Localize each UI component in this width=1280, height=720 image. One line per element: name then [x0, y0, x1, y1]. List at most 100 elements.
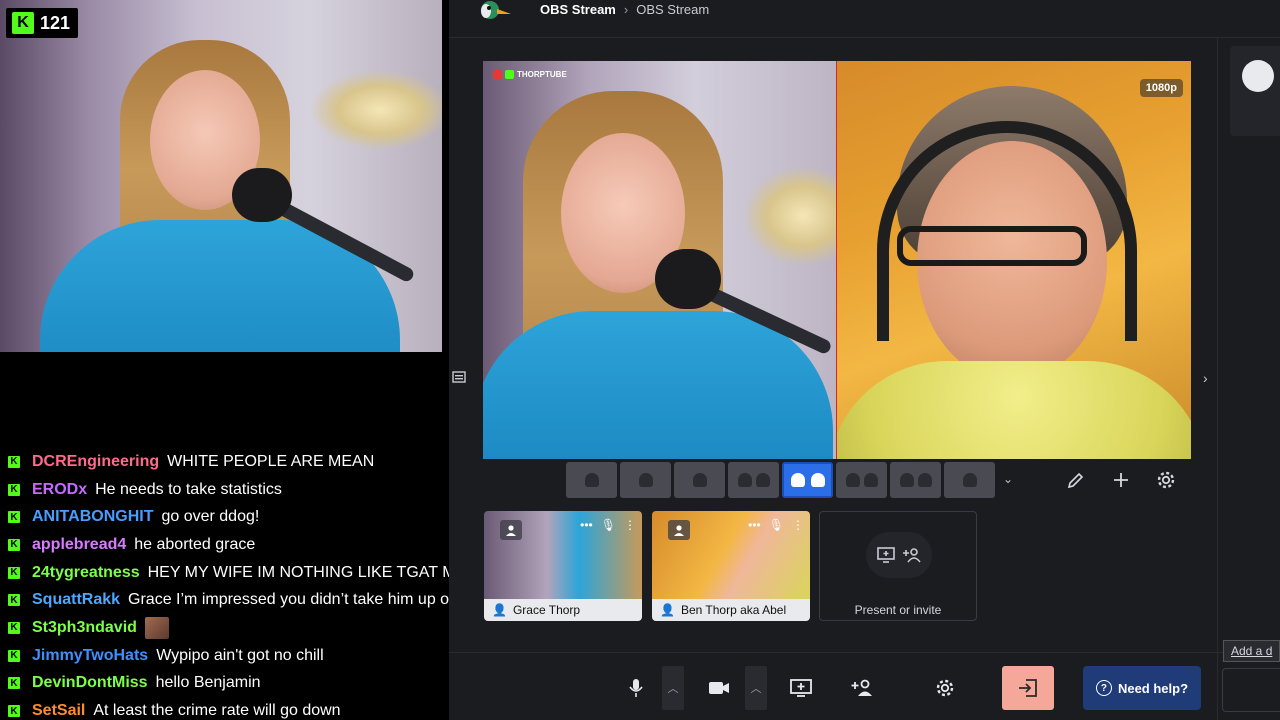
kebab-menu-icon[interactable]: ⋮ [624, 518, 636, 532]
person-icon [845, 473, 860, 487]
edit-button[interactable] [1057, 462, 1095, 498]
chevron-up-icon: ︿ [667, 683, 679, 695]
more-dots-icon[interactable]: ••• [580, 518, 593, 532]
layout-grid-alt[interactable] [890, 462, 941, 498]
chat-username[interactable]: 24tygreatness [32, 564, 140, 582]
chat-username[interactable]: DCREngineering [32, 453, 159, 471]
comment-card[interactable]: S L S c [1230, 46, 1280, 136]
add-destination-button[interactable]: Add a d [1223, 640, 1280, 662]
streaming-app: OBS Stream › OBS Stream THORPTUBE 1080p … [449, 0, 1280, 720]
camera-button[interactable] [695, 666, 743, 710]
participant-name-bar: 👤 Ben Thorp aka Abel [652, 599, 810, 621]
person-icon [863, 473, 878, 487]
present-invite-label: Present or invite [854, 603, 942, 617]
present-invite-buttons[interactable] [866, 532, 932, 578]
layout-picker [566, 462, 995, 498]
kick-icon: K [8, 455, 20, 468]
invite-button[interactable] [838, 666, 886, 710]
chat-username[interactable]: ANITABONGHIT [32, 508, 153, 526]
right-panel: S L S c [1217, 38, 1280, 720]
person-icon: 👤 [660, 603, 675, 617]
breadcrumb-current: OBS Stream [636, 2, 710, 17]
stage-feed-grace[interactable]: THORPTUBE [483, 61, 836, 459]
kick-icon: K [8, 566, 20, 579]
tile-controls: ••• 🎙 ⋮ [748, 518, 804, 532]
layout-grid[interactable] [836, 462, 887, 498]
screen-icon [962, 473, 977, 487]
sidebar-toggle[interactable] [449, 366, 469, 388]
need-help-label: Need help? [1117, 680, 1189, 696]
stage-settings-button[interactable] [1147, 462, 1185, 498]
person-icon [810, 473, 825, 487]
duck-logo-icon[interactable] [473, 0, 513, 24]
panel-icon [452, 371, 466, 383]
layout-picture-in-picture[interactable] [944, 462, 995, 498]
chat-text: go over ddog! [161, 508, 260, 526]
chat-username[interactable]: ERODx [32, 481, 87, 499]
participant-tile-ben[interactable]: ••• 🎙 ⋮ 👤 Ben Thorp aka Abel [652, 511, 810, 621]
duck-avatar [1242, 60, 1274, 92]
kick-icon: K [8, 483, 20, 496]
layout-single[interactable] [566, 462, 617, 498]
brand-tag: THORPTUBE [493, 70, 567, 79]
breadcrumb: OBS Stream › OBS Stream [540, 2, 709, 17]
kick-icon: K [8, 621, 20, 634]
comment-input[interactable] [1222, 668, 1280, 712]
chat-text: He needs to take statistics [95, 480, 282, 498]
kick-logo-icon: K [12, 12, 34, 34]
microphone-icon[interactable]: 🎙 [601, 518, 616, 532]
settings-button[interactable] [921, 666, 969, 710]
chat-username[interactable]: JimmyTwoHats [32, 647, 148, 665]
control-bar: ︿ ︿ ? Need help? [449, 652, 1280, 720]
screen-share-icon [877, 547, 895, 563]
tile-controls: ••• 🎙 ⋮ [580, 518, 636, 532]
chat-username[interactable]: SetSail [32, 702, 85, 720]
layout-two-person[interactable] [728, 462, 779, 498]
chat-username[interactable]: St3ph3ndavid [32, 619, 137, 637]
need-help-button[interactable]: ? Need help? [1083, 666, 1201, 710]
participant-name: Ben Thorp aka Abel [680, 603, 787, 617]
chevron-right-icon: › [623, 2, 629, 17]
chevron-down-icon[interactable]: ⌄ [1003, 472, 1013, 486]
kebab-menu-icon[interactable]: ⋮ [792, 518, 804, 532]
person-icon [668, 520, 690, 540]
kick-icon: K [8, 677, 20, 690]
chevron-up-icon: ︿ [750, 683, 762, 695]
share-screen-button[interactable] [777, 666, 825, 710]
leave-studio-button[interactable] [1002, 666, 1054, 710]
microphone [232, 168, 292, 222]
participant-tile-grace[interactable]: ••• 🎙 ⋮ 👤 Grace Thorp [484, 511, 642, 621]
top-bar: OBS Stream › OBS Stream [449, 0, 1280, 38]
layout-screen[interactable] [620, 462, 671, 498]
present-or-invite-tile[interactable]: Present or invite [819, 511, 977, 621]
gear-icon [936, 679, 954, 697]
exit-icon [1019, 679, 1037, 697]
person-icon [899, 473, 914, 487]
resolution-badge: 1080p [1139, 79, 1183, 97]
chat-text: hello Benjamin [155, 674, 261, 692]
stage-feed-ben[interactable]: 1080p [837, 61, 1191, 459]
microphone-icon[interactable]: 🎙 [769, 518, 784, 532]
emote-icon [144, 616, 169, 639]
person-icon [737, 473, 752, 487]
add-person-icon [851, 679, 872, 696]
chat-username[interactable]: applebread4 [32, 536, 126, 554]
kick-icon: K [8, 705, 20, 718]
layout-screen-person[interactable] [674, 462, 725, 498]
host-webcam-feed: K 121 [0, 0, 442, 352]
layout-side-by-side[interactable] [782, 462, 833, 498]
chat-username[interactable]: DevinDontMiss [32, 674, 148, 692]
add-button[interactable] [1102, 462, 1140, 498]
pencil-icon [1067, 472, 1084, 489]
chevron-right-icon[interactable]: › [1203, 370, 1208, 386]
chat-username[interactable]: SquattRakk [32, 591, 120, 609]
record-icon [493, 70, 502, 79]
help-circle-icon: ? [1095, 680, 1112, 696]
microphone-options-button[interactable]: ︿ [662, 666, 684, 710]
microphone-button[interactable] [612, 666, 660, 710]
more-dots-icon[interactable]: ••• [748, 518, 761, 532]
stage-microphone [655, 249, 721, 309]
camera-options-button[interactable]: ︿ [745, 666, 767, 710]
breadcrumb-root[interactable]: OBS Stream [540, 2, 616, 17]
video-camera-icon [709, 682, 729, 694]
